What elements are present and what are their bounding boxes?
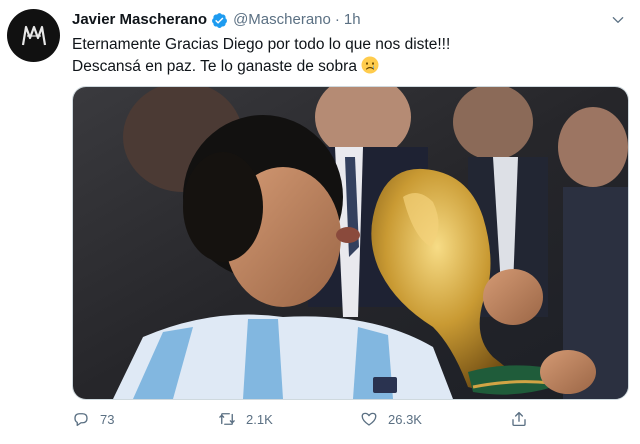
share-icon xyxy=(512,411,526,427)
crying-face-icon xyxy=(361,56,379,74)
chevron-down-icon[interactable] xyxy=(610,12,626,28)
retweet-count: 2.1K xyxy=(246,411,273,427)
avatar-logo-icon xyxy=(21,25,46,45)
separator-dot: · xyxy=(334,11,340,28)
retweet-button[interactable]: 2.1K xyxy=(218,410,273,428)
tweet-text: Eternamente Gracias Diego por todo lo qu… xyxy=(72,34,612,78)
reply-button[interactable]: 73 xyxy=(72,410,114,428)
tweet-text-line-1: Eternamente Gracias Diego por todo lo qu… xyxy=(72,36,451,53)
verified-badge-icon xyxy=(212,12,228,28)
tweet-media-photo[interactable] xyxy=(72,86,629,400)
reply-icon xyxy=(74,413,88,427)
photo-maradona-trophy xyxy=(73,87,628,399)
heart-icon xyxy=(361,412,377,426)
handle[interactable]: @Mascherano xyxy=(233,10,331,30)
display-name[interactable]: Javier Mascherano xyxy=(72,10,207,30)
avatar[interactable] xyxy=(7,9,60,62)
reply-count: 73 xyxy=(100,411,115,427)
action-bar: 73 2.1K 26.3K xyxy=(72,410,627,432)
tweet-text-line-2: Descansá en paz. Te lo ganaste de sobra xyxy=(72,58,357,75)
like-count: 26.3K xyxy=(388,411,422,427)
tweet-card[interactable]: Javier Mascherano @Mascherano · 1h Etern… xyxy=(0,0,640,444)
like-button[interactable]: 26.3K xyxy=(360,410,422,428)
retweet-icon xyxy=(219,413,235,425)
tweet-header: Javier Mascherano @Mascherano · 1h xyxy=(72,10,361,30)
timestamp[interactable]: 1h xyxy=(344,10,361,30)
share-button[interactable] xyxy=(510,410,528,428)
